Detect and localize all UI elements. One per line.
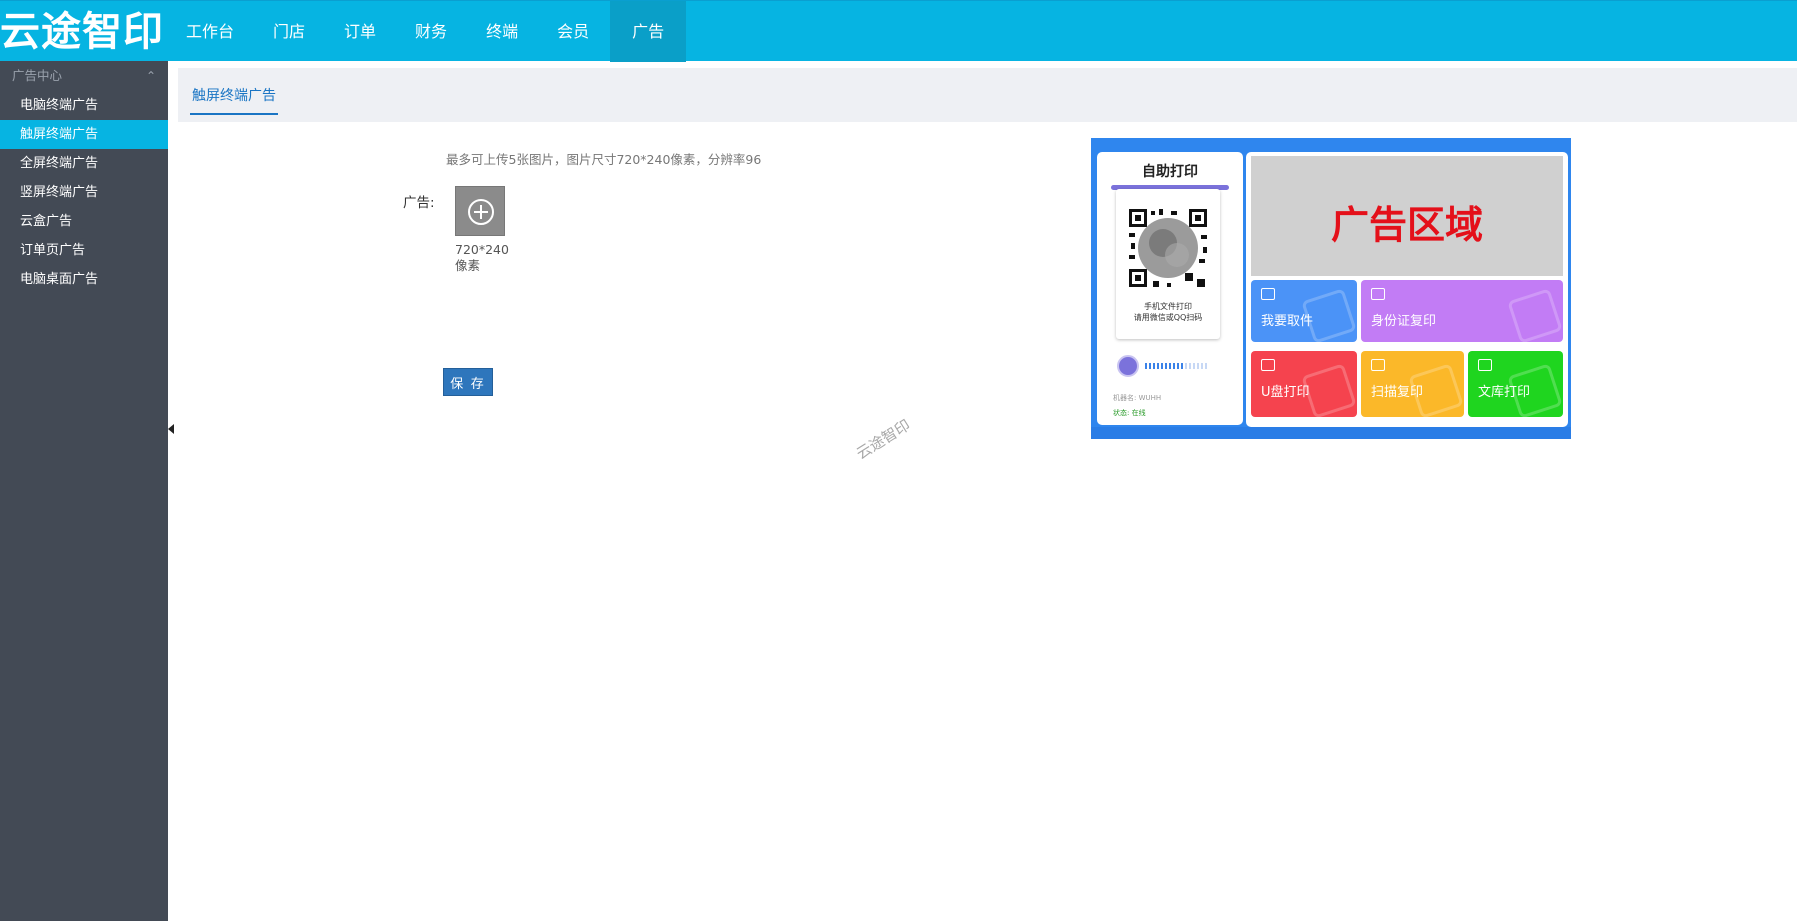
ad-area: 广告区域: [1251, 156, 1563, 276]
pickup-icon: [1261, 288, 1275, 300]
printer-icon: [1117, 355, 1139, 377]
preview-title: 自助打印: [1142, 164, 1198, 180]
preview-right-panel: 广告区域 我要取件 身份证复印 U盘打印 扫描复印 文库打印: [1246, 152, 1568, 427]
sidebar-section-header[interactable]: 广告中心 ⌃: [0, 61, 168, 91]
sidebar-section-title: 广告中心: [12, 68, 63, 83]
nav-item-workbench[interactable]: 工作台: [168, 1, 252, 62]
machine-name: 机器名: WUHH: [1113, 394, 1162, 402]
tile-decoration: [1507, 288, 1563, 342]
tab-touch-terminal-ad[interactable]: 触屏终端广告: [190, 85, 278, 115]
tile-decoration: [1301, 288, 1357, 342]
terminal-preview: 自助打印 手机文件打印 请用微信或QQ扫码 机器名: WUHH 状态: 在线 广…: [1091, 138, 1571, 439]
sidebar-item-vertical-terminal-ad[interactable]: 竖屏终端广告: [0, 178, 168, 207]
nav-item-stores[interactable]: 门店: [255, 1, 323, 62]
sidebar-item-pc-terminal-ad[interactable]: 电脑终端广告: [0, 91, 168, 120]
id-card-icon: [1371, 288, 1385, 300]
tile-usb-print: U盘打印: [1251, 351, 1357, 417]
nav-item-terminals[interactable]: 终端: [468, 1, 536, 62]
sidebar-item-order-page-ad[interactable]: 订单页广告: [0, 236, 168, 265]
upload-size-text: 720*240 像素: [455, 242, 515, 274]
scan-icon: [1371, 359, 1385, 371]
tile-pickup: 我要取件: [1251, 280, 1357, 342]
tile-decoration: [1408, 363, 1464, 417]
save-button[interactable]: 保 存: [443, 368, 493, 396]
progress-bar: [1145, 363, 1207, 369]
nav-item-members[interactable]: 会员: [539, 1, 607, 62]
sidebar-collapse-icon[interactable]: [168, 424, 174, 434]
tile-scan-copy: 扫描复印: [1361, 351, 1464, 417]
nav-item-ads[interactable]: 广告: [610, 1, 687, 62]
qr-card: 手机文件打印 请用微信或QQ扫码: [1116, 189, 1220, 339]
top-navbar: 云途智印 工作台 门店 订单 财务 终端 会员 广告: [0, 0, 1797, 62]
preview-bottom-bar: [1091, 427, 1571, 439]
qr-caption-line1: 手机文件打印: [1144, 302, 1192, 311]
tile-decoration: [1301, 363, 1357, 417]
chevron-up-icon: ⌃: [145, 69, 156, 83]
nav-item-finance[interactable]: 财务: [397, 1, 465, 62]
upload-hint: 最多可上传5张图片，图片尺寸720*240像素，分辨率96: [446, 152, 762, 167]
sidebar-item-touch-terminal-ad[interactable]: 触屏终端广告: [0, 120, 168, 149]
app-logo: 云途智印: [0, 9, 164, 55]
upload-size-unit: 像素: [455, 258, 481, 273]
tile-library-print: 文库打印: [1468, 351, 1563, 417]
sidebar: 广告中心 ⌃ 电脑终端广告 触屏终端广告 全屏终端广告 竖屏终端广告 云盒广告 …: [0, 61, 168, 921]
sidebar-item-pc-desktop-ad[interactable]: 电脑桌面广告: [0, 265, 168, 294]
tile-usb-print-label: U盘打印: [1261, 385, 1310, 400]
usb-icon: [1261, 359, 1275, 371]
sidebar-item-fullscreen-terminal-ad[interactable]: 全屏终端广告: [0, 149, 168, 178]
plus-circle-icon: [468, 199, 494, 225]
ad-area-text: 广告区域: [1330, 203, 1483, 247]
nav-item-orders[interactable]: 订单: [326, 1, 394, 62]
upload-image-button[interactable]: [455, 186, 505, 236]
upload-size-dimensions: 720*240: [455, 242, 509, 257]
preview-left-panel: 自助打印 手机文件打印 请用微信或QQ扫码 机器名: WUHH 状态: 在线: [1097, 152, 1243, 425]
qr-caption-line2: 请用微信或QQ扫码: [1133, 313, 1203, 322]
main-nav: 工作台 门店 订单 财务 终端 会员 广告: [168, 1, 689, 62]
tile-id-copy: 身份证复印: [1361, 280, 1563, 342]
library-icon: [1478, 359, 1492, 371]
qr-code-icon: [1127, 207, 1209, 289]
tile-id-copy-label: 身份证复印: [1371, 314, 1437, 329]
machine-status: 状态: 在线: [1113, 409, 1146, 417]
sidebar-item-cloudbox-ad[interactable]: 云盒广告: [0, 207, 168, 236]
ad-field-label: 广告:: [403, 195, 435, 211]
tab-bar: 触屏终端广告: [178, 68, 1797, 122]
watermark: 云途智印: [853, 415, 914, 463]
tile-decoration: [1507, 363, 1563, 417]
